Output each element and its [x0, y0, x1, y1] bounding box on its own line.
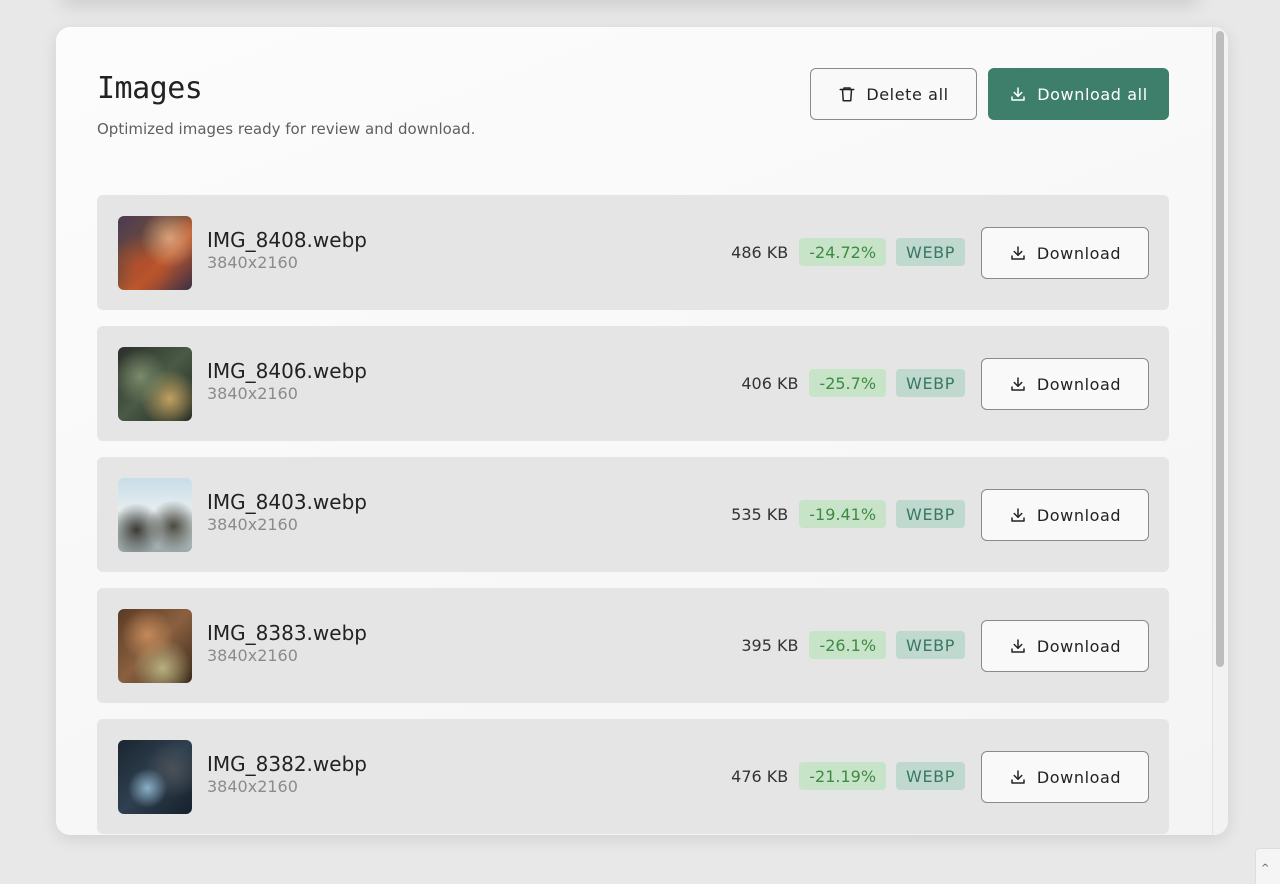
reduction-badge: -21.19%: [799, 762, 887, 790]
file-dimensions: 3840x2160: [207, 777, 298, 796]
file-size: 476 KB: [731, 766, 789, 786]
file-name: IMG_8383.webp: [207, 621, 367, 645]
download-button[interactable]: Download: [981, 358, 1149, 410]
download-icon: [1009, 768, 1027, 786]
delete-all-button[interactable]: Delete all: [810, 68, 977, 120]
file-size: 486 KB: [731, 242, 789, 262]
header-actions: Delete all Download all: [810, 68, 1169, 120]
download-label: Download: [1036, 636, 1122, 656]
download-label: Download: [1036, 374, 1122, 394]
scrollbar[interactable]: [1212, 27, 1228, 835]
file-size: 406 KB: [741, 373, 799, 393]
format-badge: WEBP: [896, 369, 965, 397]
download-label: Download: [1036, 505, 1122, 525]
download-button[interactable]: Download: [981, 620, 1149, 672]
page-title: Images: [97, 71, 203, 106]
file-dimensions: 3840x2160: [207, 384, 298, 403]
scroll-to-top-icon[interactable]: ^: [1255, 848, 1280, 884]
file-dimensions: 3840x2160: [207, 253, 298, 272]
file-name: IMG_8406.webp: [207, 359, 367, 383]
reduction-badge: -24.72%: [799, 238, 887, 266]
file-name: IMG_8382.webp: [207, 752, 367, 776]
download-icon: [1009, 506, 1027, 524]
image-thumbnail: [118, 347, 192, 421]
file-size: 395 KB: [741, 635, 799, 655]
reduction-badge: -25.7%: [809, 369, 887, 397]
format-badge: WEBP: [896, 500, 965, 528]
download-icon: [1009, 375, 1027, 393]
download-icon: [1009, 244, 1027, 262]
image-list: IMG_8408.webp 3840x2160 486 KB -24.72% W…: [97, 195, 1169, 835]
file-name: IMG_8403.webp: [207, 490, 367, 514]
reduction-badge: -19.41%: [799, 500, 887, 528]
images-panel: Images Optimized images ready for review…: [56, 27, 1228, 835]
download-all-label: Download all: [1037, 84, 1148, 104]
format-badge: WEBP: [896, 631, 965, 659]
image-row: IMG_8383.webp 3840x2160 395 KB -26.1% WE…: [97, 588, 1169, 703]
format-badge: WEBP: [896, 238, 965, 266]
image-row: IMG_8403.webp 3840x2160 535 KB -19.41% W…: [97, 457, 1169, 572]
delete-all-label: Delete all: [866, 84, 949, 104]
scrollbar-thumb[interactable]: [1216, 31, 1224, 667]
image-thumbnail: [118, 478, 192, 552]
format-badge: WEBP: [896, 762, 965, 790]
download-label: Download: [1036, 243, 1122, 263]
download-button[interactable]: Download: [981, 227, 1149, 279]
page-subtitle: Optimized images ready for review and do…: [97, 120, 476, 138]
file-dimensions: 3840x2160: [207, 515, 298, 534]
image-thumbnail: [118, 216, 192, 290]
download-button[interactable]: Download: [981, 489, 1149, 541]
reduction-badge: -26.1%: [809, 631, 887, 659]
trash-icon: [838, 85, 856, 103]
file-dimensions: 3840x2160: [207, 646, 298, 665]
file-size: 535 KB: [731, 504, 789, 524]
download-all-button[interactable]: Download all: [988, 68, 1169, 120]
file-name: IMG_8408.webp: [207, 228, 367, 252]
image-row: IMG_8408.webp 3840x2160 486 KB -24.72% W…: [97, 195, 1169, 310]
image-thumbnail: [118, 609, 192, 683]
image-row: IMG_8406.webp 3840x2160 406 KB -25.7% WE…: [97, 326, 1169, 441]
panel-header: Images Optimized images ready for review…: [97, 71, 475, 138]
download-label: Download: [1036, 767, 1122, 787]
image-row: IMG_8382.webp 3840x2160 476 KB -21.19% W…: [97, 719, 1169, 834]
download-icon: [1009, 85, 1027, 103]
download-icon: [1009, 637, 1027, 655]
download-button[interactable]: Download: [981, 751, 1149, 803]
image-thumbnail: [118, 740, 192, 814]
